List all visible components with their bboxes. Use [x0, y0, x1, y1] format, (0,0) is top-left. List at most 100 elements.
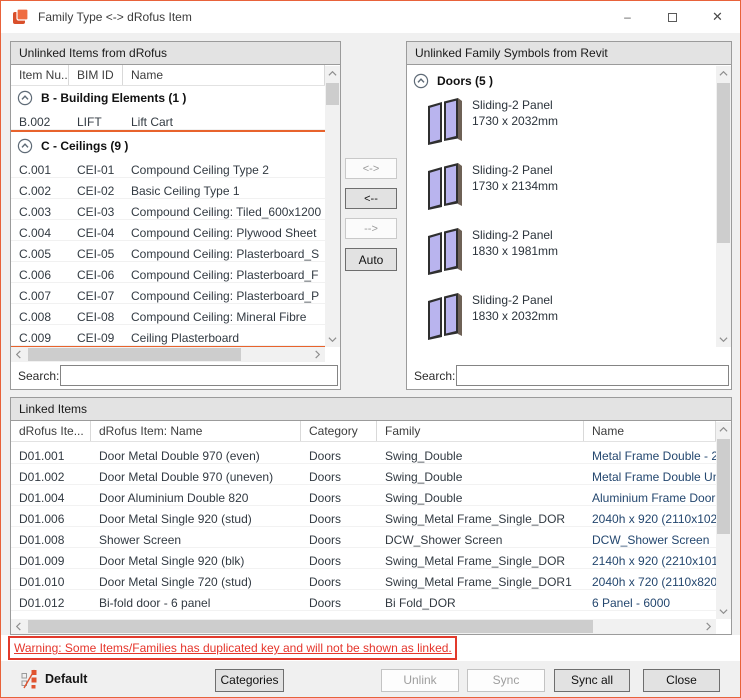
- table-row[interactable]: D01.009 Door Metal Single 920 (blk) Door…: [11, 548, 716, 569]
- scroll-left-icon[interactable]: [11, 619, 26, 634]
- close-button[interactable]: Close: [643, 669, 720, 692]
- table-row[interactable]: C.001 CEI-01 Compound Ceiling Type 2: [11, 157, 325, 178]
- collapse-group-icon[interactable]: [413, 73, 429, 89]
- list-item[interactable]: Sliding-2 Panel 1830 x 1981mm: [407, 224, 716, 289]
- column-item-number[interactable]: Item Nu...: [11, 65, 69, 85]
- scrollbar-thumb[interactable]: [326, 83, 339, 105]
- linked-items-panel: Linked Items dRofus Ite... dRofus Item: …: [10, 397, 732, 635]
- group-ceilings[interactable]: C - Ceilings (9 ): [11, 135, 325, 157]
- table-row[interactable]: D01.012 Bi-fold door - 6 panel Doors Bi …: [11, 590, 716, 611]
- drofus-logo-icon: [21, 669, 38, 689]
- scrollbar-thumb[interactable]: [28, 348, 241, 361]
- footer-bar: Default Categories Unlink Sync Sync all …: [1, 661, 740, 697]
- scroll-down-icon[interactable]: [325, 332, 340, 347]
- table-row[interactable]: C.009 CEI-09 Ceiling Plasterboard: [11, 325, 325, 346]
- scroll-up-icon[interactable]: [716, 66, 731, 81]
- table-row[interactable]: D01.006 Door Metal Single 920 (stud) Doo…: [11, 506, 716, 527]
- table-row[interactable]: B.002 LIFT Lift Cart: [11, 109, 325, 130]
- table-row[interactable]: D01.010 Door Metal Single 720 (stud) Doo…: [11, 569, 716, 590]
- table-row[interactable]: C.005 CEI-05 Compound Ceiling: Plasterbo…: [11, 241, 325, 262]
- scrollbar-thumb[interactable]: [28, 620, 593, 633]
- link-right-button[interactable]: -->: [345, 218, 397, 239]
- table-row[interactable]: C.008 CEI-08 Compound Ceiling: Mineral F…: [11, 304, 325, 325]
- vertical-scrollbar[interactable]: [716, 66, 731, 347]
- unlinked-items-panel: Unlinked Items from dRofus Item Nu... BI…: [10, 41, 341, 390]
- group-building-elements[interactable]: B - Building Elements (1 ): [11, 87, 325, 109]
- unlink-button[interactable]: Unlink: [381, 669, 459, 692]
- minimize-button[interactable]: –: [605, 1, 650, 33]
- column-name[interactable]: Name: [584, 421, 716, 441]
- unlinked-items-list: B - Building Elements (1 ) B.002 LIFT Li…: [11, 87, 325, 347]
- table-row[interactable]: C.006 CEI-06 Compound Ceiling: Plasterbo…: [11, 262, 325, 283]
- scroll-up-icon[interactable]: [325, 66, 340, 81]
- sync-button[interactable]: Sync: [467, 669, 545, 692]
- table-row[interactable]: D01.002 Door Metal Double 970 (uneven) D…: [11, 464, 716, 485]
- vertical-scrollbar[interactable]: [716, 422, 731, 619]
- title-bar[interactable]: Family Type <-> dRofus Item – ✕: [1, 1, 740, 33]
- dialog-window: Family Type <-> dRofus Item – ✕ Unlinked…: [0, 0, 741, 698]
- unlinked-family-symbols-panel: Unlinked Family Symbols from Revit Doors…: [406, 41, 732, 390]
- unlinked-items-panel-title: Unlinked Items from dRofus: [11, 42, 340, 65]
- scroll-down-icon[interactable]: [716, 604, 731, 619]
- column-family[interactable]: Family: [377, 421, 584, 441]
- vertical-scrollbar[interactable]: [325, 66, 340, 347]
- table-row[interactable]: D01.004 Door Aluminium Double 820 Doors …: [11, 485, 716, 506]
- table-row[interactable]: C.003 CEI-03 Compound Ceiling: Tiled_600…: [11, 199, 325, 220]
- search-input[interactable]: [60, 365, 338, 386]
- search-row: Search:: [11, 362, 340, 389]
- door-symbol-icon: [425, 96, 465, 151]
- app-icon: [12, 8, 30, 29]
- search-input[interactable]: [456, 365, 729, 386]
- categories-button[interactable]: Categories: [215, 669, 284, 692]
- search-row: Search:: [407, 362, 731, 389]
- door-symbol-icon: [425, 291, 465, 346]
- column-drofus-item-name[interactable]: dRofus Item: Name: [91, 421, 301, 441]
- column-drofus-item[interactable]: dRofus Ite...: [11, 421, 91, 441]
- door-symbol-icon: [425, 226, 465, 281]
- sync-all-button[interactable]: Sync all: [554, 669, 630, 692]
- table-row[interactable]: C.007 CEI-07 Compound Ceiling: Plasterbo…: [11, 283, 325, 304]
- maximize-button[interactable]: [650, 1, 695, 33]
- horizontal-scrollbar[interactable]: [11, 347, 325, 362]
- door-symbol-icon: [425, 161, 465, 216]
- list-item[interactable]: Sliding-2 Panel 1830 x 2032mm: [407, 289, 716, 347]
- scroll-right-icon[interactable]: [310, 347, 325, 362]
- linked-items-column-header: dRofus Ite... dRofus Item: Name Category…: [11, 421, 716, 442]
- profile-selector[interactable]: Default: [21, 669, 87, 689]
- table-row[interactable]: C.002 CEI-02 Basic Ceiling Type 1: [11, 178, 325, 199]
- close-icon: ✕: [712, 9, 723, 25]
- table-row[interactable]: D01.014 Bi-fold door - 4 panel Doors Bi …: [11, 611, 716, 619]
- link-both-button[interactable]: <->: [345, 158, 397, 179]
- profile-name: Default: [45, 672, 87, 686]
- link-left-button[interactable]: <--: [345, 188, 397, 209]
- collapse-group-icon[interactable]: [17, 138, 33, 154]
- close-window-button[interactable]: ✕: [695, 1, 740, 33]
- search-label: Search:: [414, 369, 455, 383]
- unlinked-family-symbols-title: Unlinked Family Symbols from Revit: [407, 42, 731, 65]
- column-category[interactable]: Category: [301, 421, 377, 441]
- collapse-group-icon[interactable]: [17, 90, 33, 106]
- list-item[interactable]: Sliding-2 Panel 1730 x 2134mm: [407, 159, 716, 224]
- table-row[interactable]: D01.008 Shower Screen Doors DCW_Shower S…: [11, 527, 716, 548]
- list-item[interactable]: Sliding-2 Panel 1730 x 2032mm: [407, 94, 716, 159]
- search-label: Search:: [18, 369, 59, 383]
- window-controls: – ✕: [605, 1, 740, 33]
- auto-link-button[interactable]: Auto: [345, 248, 397, 271]
- family-symbols-list: Doors (5 ) Sliding-2 Panel 1730 x 2032mm: [407, 66, 716, 347]
- scroll-right-icon[interactable]: [701, 619, 716, 634]
- linked-items-title: Linked Items: [11, 398, 731, 421]
- window-title: Family Type <-> dRofus Item: [38, 10, 192, 24]
- scrollbar-thumb[interactable]: [717, 439, 730, 534]
- scroll-up-icon[interactable]: [716, 422, 731, 437]
- category-separator: [11, 130, 325, 132]
- table-row[interactable]: C.004 CEI-04 Compound Ceiling: Plywood S…: [11, 220, 325, 241]
- scroll-down-icon[interactable]: [716, 332, 731, 347]
- scroll-left-icon[interactable]: [11, 347, 26, 362]
- group-doors[interactable]: Doors (5 ): [407, 68, 716, 94]
- column-name[interactable]: Name: [123, 65, 325, 85]
- horizontal-scrollbar[interactable]: [11, 619, 716, 634]
- column-bim-id[interactable]: BIM ID: [69, 65, 123, 85]
- scrollbar-thumb[interactable]: [717, 83, 730, 243]
- table-row[interactable]: D01.001 Door Metal Double 970 (even) Doo…: [11, 443, 716, 464]
- unlinked-items-column-header: Item Nu... BIM ID Name: [11, 65, 325, 86]
